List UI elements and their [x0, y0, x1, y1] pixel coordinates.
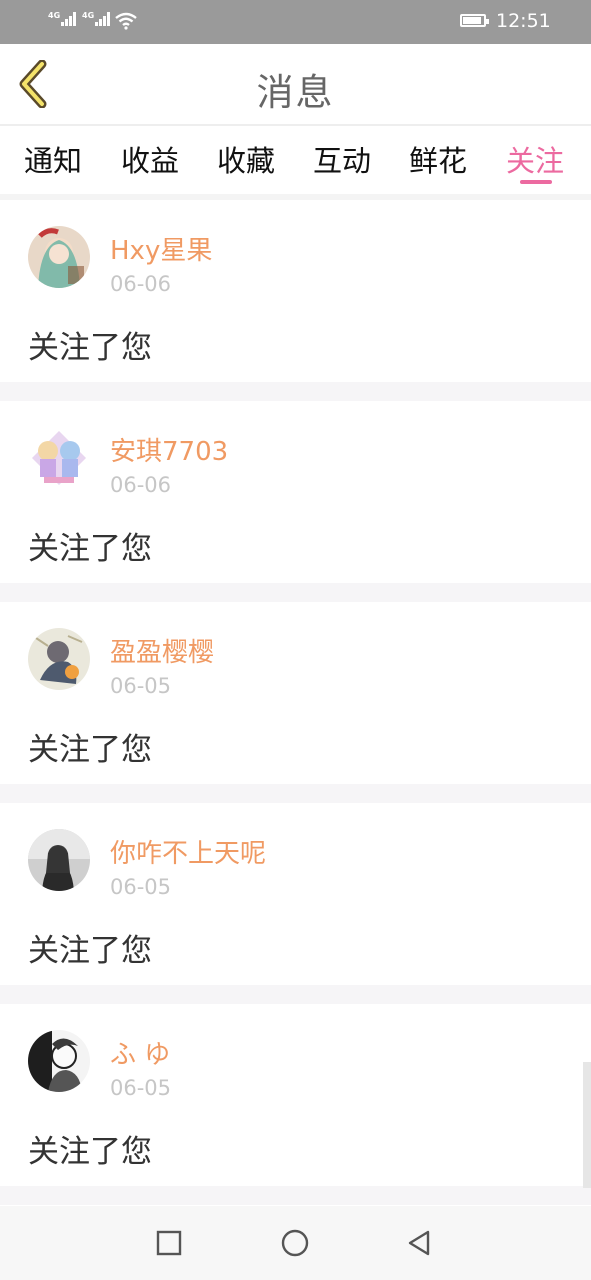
battery-icon	[460, 14, 489, 27]
tab-notifications[interactable]: 通知	[24, 138, 82, 180]
message-text: 关注了您	[28, 330, 152, 366]
divider	[0, 382, 591, 401]
tab-earnings[interactable]: 收益	[121, 138, 179, 180]
back-nav-button[interactable]	[404, 1228, 434, 1258]
username[interactable]: Hxy星果	[110, 230, 212, 267]
avatar[interactable]	[28, 1030, 90, 1092]
page-title: 消息	[256, 71, 335, 114]
avatar[interactable]	[28, 226, 90, 288]
home-button[interactable]	[280, 1228, 310, 1258]
scrollbar[interactable]	[583, 1062, 591, 1188]
avatar-image	[28, 226, 90, 288]
signal-icon: 4G	[82, 12, 111, 26]
divider	[0, 784, 591, 803]
tab-flowers[interactable]: 鲜花	[409, 138, 467, 180]
avatar[interactable]	[28, 829, 90, 891]
divider	[0, 1186, 591, 1205]
message-text: 关注了您	[28, 531, 152, 567]
triangle-back-icon	[408, 1230, 430, 1256]
timestamp: 06-05	[110, 1076, 172, 1100]
avatar-image	[28, 628, 90, 690]
wifi-icon	[115, 12, 137, 30]
timestamp: 06-05	[110, 674, 172, 698]
username[interactable]: 你咋不上天呢	[110, 833, 266, 870]
clock: 12:51	[496, 10, 551, 32]
username[interactable]: ふ ゆ	[110, 1034, 170, 1071]
message-text: 关注了您	[28, 1134, 152, 1170]
list-item[interactable]: 你咋不上天呢 06-05 关注了您	[0, 803, 591, 985]
divider	[0, 583, 591, 602]
avatar[interactable]	[28, 427, 90, 489]
username[interactable]: 盈盈樱樱	[110, 632, 214, 669]
system-nav-bar	[0, 1206, 591, 1280]
recent-apps-button[interactable]	[154, 1228, 184, 1258]
username[interactable]: 安琪7703	[110, 431, 228, 468]
list-item[interactable]: 盈盈樱樱 06-05 关注了您	[0, 602, 591, 784]
list-item[interactable]: Hxy星果 06-06 关注了您	[0, 200, 591, 382]
network-type-label: 4G	[82, 11, 95, 20]
tab-bar: 通知 收益 收藏 互动 鲜花 关注	[0, 126, 591, 194]
network-type-label: 4G	[48, 11, 61, 20]
list-item[interactable]: ふ ゆ 06-05 关注了您	[0, 1004, 591, 1186]
list-item[interactable]: 安琪7703 06-06 关注了您	[0, 401, 591, 583]
avatar-image	[28, 427, 90, 489]
tab-follows[interactable]: 关注	[506, 138, 564, 180]
message-text: 关注了您	[28, 732, 152, 768]
timestamp: 06-06	[110, 272, 172, 296]
tab-interactions[interactable]: 互动	[313, 138, 371, 180]
square-icon	[156, 1230, 182, 1256]
avatar-image	[28, 829, 90, 891]
tab-favorites[interactable]: 收藏	[217, 138, 275, 180]
active-tab-indicator	[520, 180, 552, 184]
header: 消息	[0, 44, 591, 126]
timestamp: 06-05	[110, 875, 172, 899]
avatar[interactable]	[28, 628, 90, 690]
circle-icon	[281, 1229, 309, 1257]
signal-icon: 4G	[48, 12, 77, 26]
avatar-image	[28, 1030, 90, 1092]
status-bar: 4G 4G 12:51	[0, 0, 591, 44]
timestamp: 06-06	[110, 473, 172, 497]
message-text: 关注了您	[28, 933, 152, 969]
divider	[0, 985, 591, 1004]
